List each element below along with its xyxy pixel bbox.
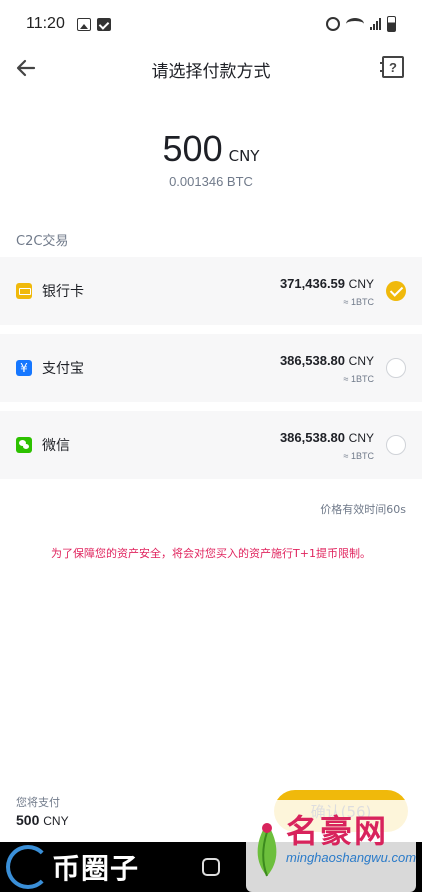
payment-option-btc: ≈ 1BTC xyxy=(343,373,374,384)
wechat-icon xyxy=(16,437,32,453)
system-nav-bar: 币圈子 名豪网 minghaoshangwu.com xyxy=(0,800,422,892)
payment-option-price: 386,538.80 CNY xyxy=(279,429,374,445)
watermark-left: 币圈子 xyxy=(6,845,139,889)
payment-option-label: 银行卡 xyxy=(42,284,84,300)
amount-main: 500 CNY xyxy=(0,128,422,170)
pay-caption: 您将支付 xyxy=(16,796,60,809)
section-label: C2C交易 xyxy=(16,234,69,249)
payment-option-label: 支付宝 xyxy=(42,361,84,377)
payment-option-alipay[interactable]: ¥ 支付宝 386,538.80 CNY ≈ 1BTC xyxy=(0,334,422,402)
bank-card-icon xyxy=(16,283,32,299)
gallery-notification-icon xyxy=(76,17,91,31)
payment-option-price-block: 386,538.80 CNY ≈ 1BTC xyxy=(280,430,374,461)
radio-button[interactable] xyxy=(386,358,406,378)
payment-option-price: 386,538.80 CNY xyxy=(279,352,374,368)
watermark-right-title: 名豪网 xyxy=(286,812,389,850)
payment-option-btc: ≈ 1BTC xyxy=(343,450,374,461)
status-left-icons xyxy=(76,17,111,31)
battery-icon xyxy=(387,16,396,32)
watermark-right-sub: minghaoshangwu.com xyxy=(286,850,417,865)
alarm-icon xyxy=(326,17,340,31)
payment-option-price-block: 371,436.59 CNY ≈ 1BTC xyxy=(280,276,374,307)
validity-note: 价格有效时间60s xyxy=(320,503,406,516)
amount-currency: CNY xyxy=(228,147,260,165)
header: 请选择付款方式 ? xyxy=(0,48,422,90)
wifi-icon xyxy=(346,18,364,30)
pay-total: 500 CNY xyxy=(16,812,69,828)
payment-option-price: 371,436.59 CNY xyxy=(279,275,374,291)
signal-icon xyxy=(370,18,381,30)
watermark-leaf-icon xyxy=(257,823,277,877)
status-bar: 11:20 xyxy=(0,0,422,48)
watermark-left-text: 币圈子 xyxy=(52,852,140,885)
payment-option-bank-card[interactable]: 银行卡 371,436.59 CNY ≈ 1BTC xyxy=(0,257,422,325)
watermark-right: 名豪网 minghaoshangwu.com xyxy=(246,800,416,892)
amount-btc: 0.001346 BTC xyxy=(169,174,253,189)
help-icon[interactable]: ? xyxy=(380,56,404,78)
check-notification-icon xyxy=(96,17,111,31)
payment-option-label: 微信 xyxy=(42,438,70,454)
amount-block: 500 CNY 0.001346 BTC xyxy=(0,128,422,189)
status-right-icons xyxy=(326,16,396,32)
selected-check-icon[interactable] xyxy=(386,281,406,301)
amount-value: 500 xyxy=(162,128,223,169)
watermark-logo-icon xyxy=(6,845,50,889)
payment-option-price-block: 386,538.80 CNY ≈ 1BTC xyxy=(280,353,374,384)
alipay-icon: ¥ xyxy=(16,360,32,376)
warning-note: 为了保障您的资产安全，将会对您买入的资产施行T+1提币限制。 xyxy=(51,547,371,560)
payment-option-wechat[interactable]: 微信 386,538.80 CNY ≈ 1BTC xyxy=(0,411,422,479)
home-button[interactable] xyxy=(202,858,220,876)
status-time: 11:20 xyxy=(26,15,65,32)
page-title: 请选择付款方式 xyxy=(151,61,271,82)
payment-option-btc: ≈ 1BTC xyxy=(343,296,374,307)
back-arrow-icon[interactable] xyxy=(14,56,38,80)
radio-button[interactable] xyxy=(386,435,406,455)
